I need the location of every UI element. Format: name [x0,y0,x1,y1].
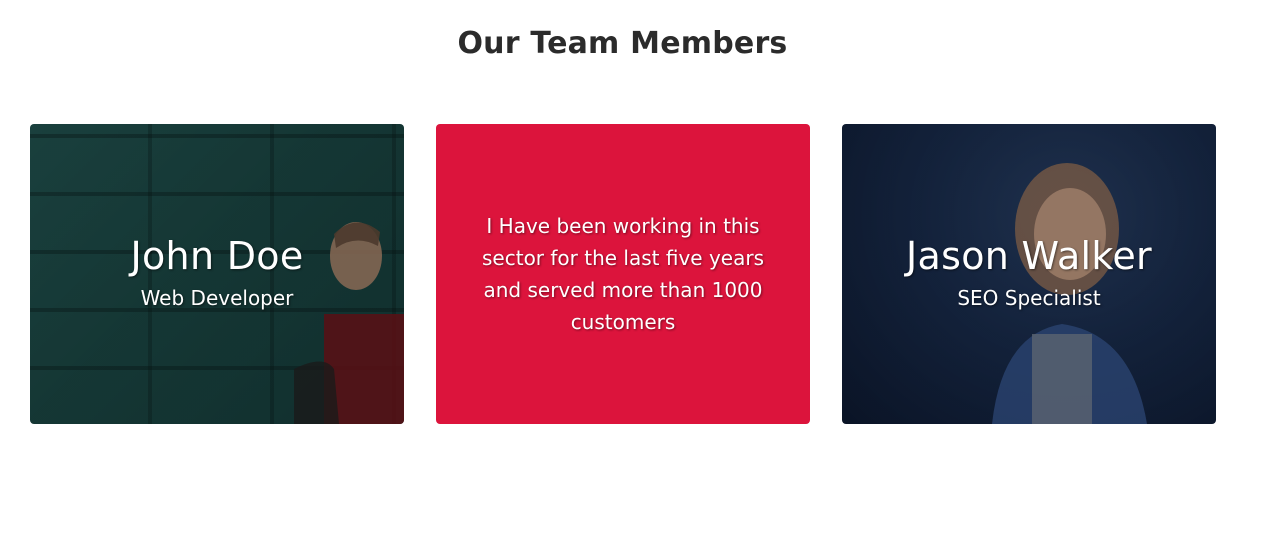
team-card-john-doe[interactable]: John Doe Web Developer [30,124,404,424]
member-photo [294,222,404,424]
member-photo [992,163,1147,424]
member-role: Web Developer [140,286,294,310]
team-section: Our Team Members John Doe Web Developer … [0,0,1280,547]
team-card-jason-walker[interactable]: Jason Walker SEO Specialist [842,124,1216,424]
member-role: SEO Specialist [957,286,1101,310]
member-name: John Doe [130,234,304,278]
quote-text: I Have been working in this sector for t… [482,214,764,334]
section-title: Our Team Members [457,26,788,61]
team-cards: John Doe Web Developer I Have been worki… [30,124,1216,424]
member-name: Jason Walker [906,234,1152,278]
team-card-quote[interactable]: I Have been working in this sector for t… [436,124,810,424]
